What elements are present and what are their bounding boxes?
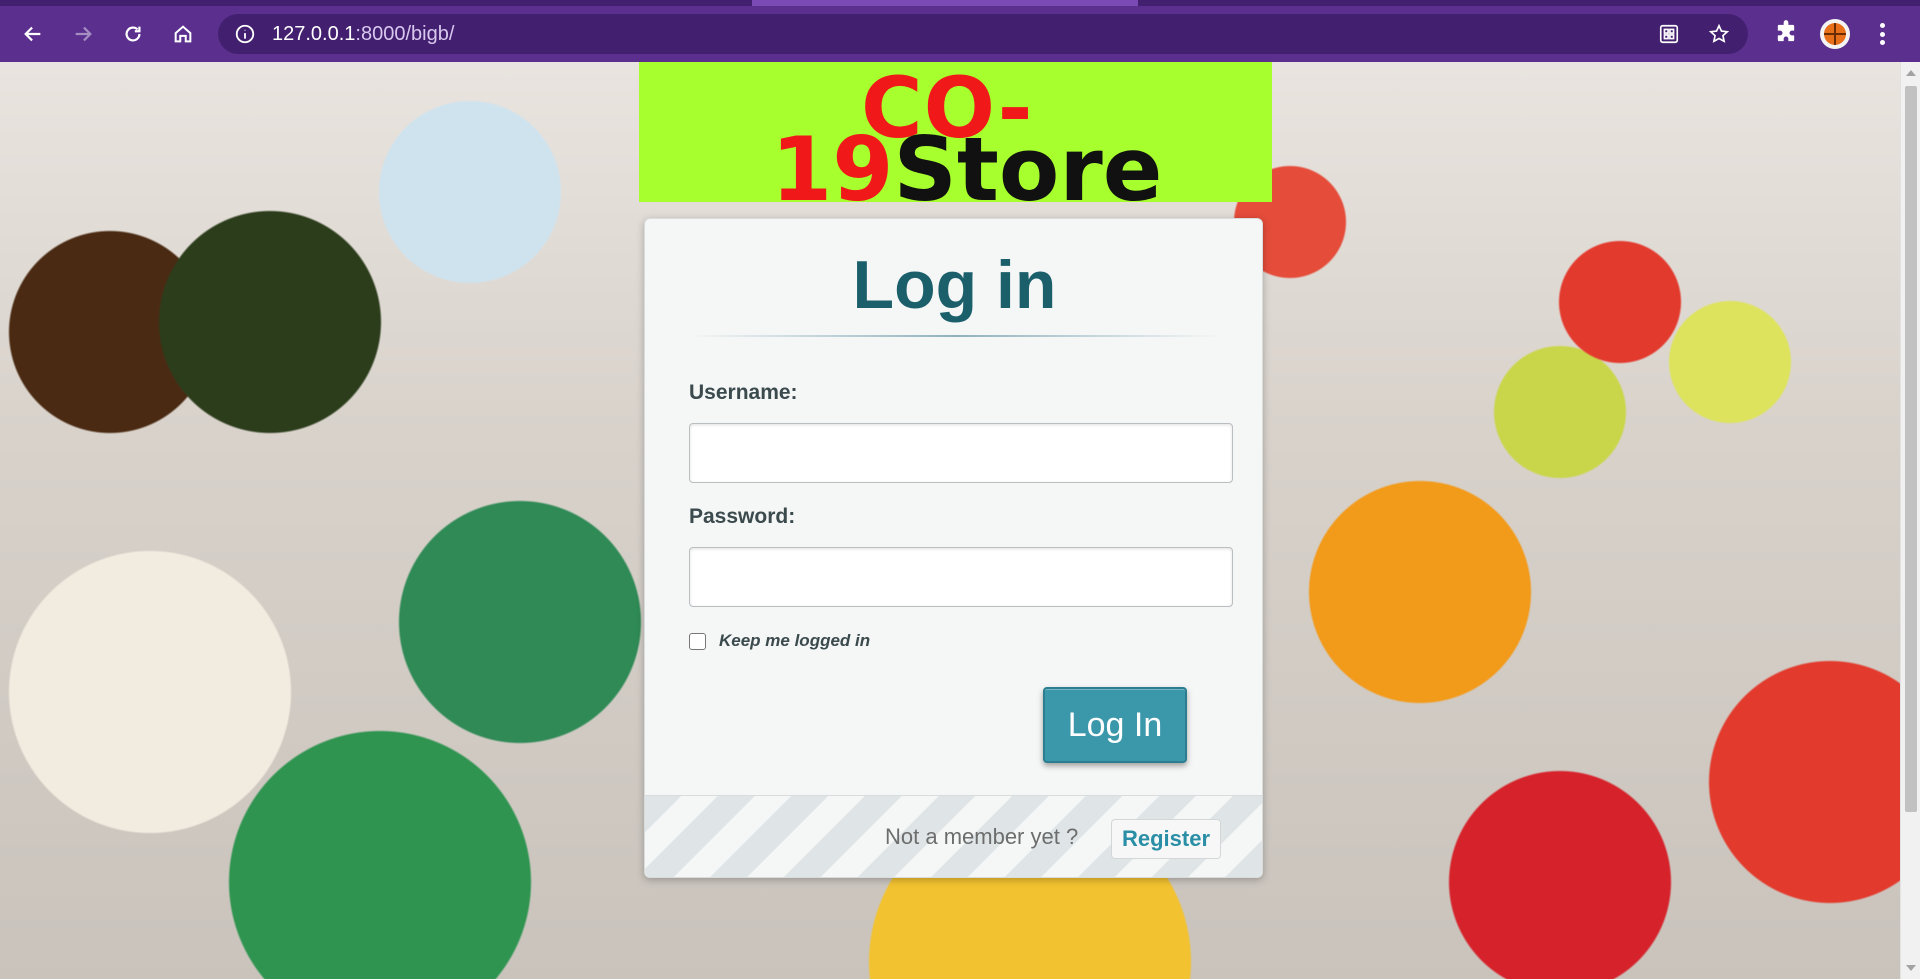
page-scrollbar[interactable]	[1900, 62, 1920, 979]
basketball-icon	[1824, 23, 1846, 45]
username-label: Username:	[689, 381, 798, 404]
star-icon[interactable]	[1708, 23, 1730, 45]
arrow-left-icon	[24, 26, 41, 42]
logo-number: 19	[771, 118, 894, 221]
address-bar[interactable]: 127.0.0.1:8000/bigb/	[218, 14, 1748, 54]
logo-word: Store	[893, 118, 1163, 221]
back-button[interactable]	[16, 17, 50, 51]
password-label: Password:	[689, 505, 796, 528]
login-card: Log in Username: Password: Keep me logge…	[644, 218, 1263, 878]
tab-strip	[0, 0, 1920, 6]
logo-line-2: 19Store	[771, 124, 1162, 216]
login-card-footer: Not a member yet ? Register	[645, 795, 1262, 877]
page-background: CO- 19Store Log in Username: Password: K…	[0, 62, 1920, 979]
scroll-thumb[interactable]	[1905, 86, 1917, 812]
kebab-menu-icon[interactable]	[1872, 21, 1892, 47]
not-member-text: Not a member yet ?	[885, 824, 1079, 849]
register-button[interactable]: Register	[1111, 819, 1221, 859]
reload-icon	[125, 26, 141, 42]
reload-button[interactable]	[116, 17, 150, 51]
password-input[interactable]	[689, 547, 1233, 607]
active-tab-edge[interactable]	[752, 0, 1138, 6]
username-input[interactable]	[689, 423, 1233, 483]
login-submit-button[interactable]: Log In	[1043, 687, 1187, 763]
login-title: Log in	[852, 247, 1057, 323]
arrow-right-icon	[75, 26, 92, 42]
url-path: :8000/bigb/	[355, 23, 455, 45]
browser-toolbar: 127.0.0.1:8000/bigb/	[0, 0, 1920, 62]
url-host: 127.0.0.1	[272, 23, 356, 45]
puzzle-icon[interactable]	[1772, 19, 1800, 47]
app-install-icon[interactable]	[1658, 23, 1680, 45]
title-divider	[690, 335, 1220, 337]
store-logo-banner[interactable]: CO- 19Store	[639, 62, 1272, 216]
forward-button[interactable]	[66, 17, 100, 51]
keep-logged-in-label[interactable]: Keep me logged in	[719, 631, 870, 651]
url-text[interactable]: 127.0.0.1:8000/bigb/	[272, 23, 454, 46]
scroll-up-icon[interactable]	[1906, 70, 1916, 76]
scroll-down-icon[interactable]	[1906, 965, 1916, 971]
home-button[interactable]	[166, 17, 200, 51]
info-icon[interactable]	[234, 23, 256, 45]
keep-logged-in-checkbox[interactable]	[689, 632, 706, 650]
profile-avatar[interactable]	[1820, 19, 1850, 49]
home-icon	[174, 25, 192, 43]
keep-logged-in-row: Keep me logged in	[689, 631, 870, 651]
